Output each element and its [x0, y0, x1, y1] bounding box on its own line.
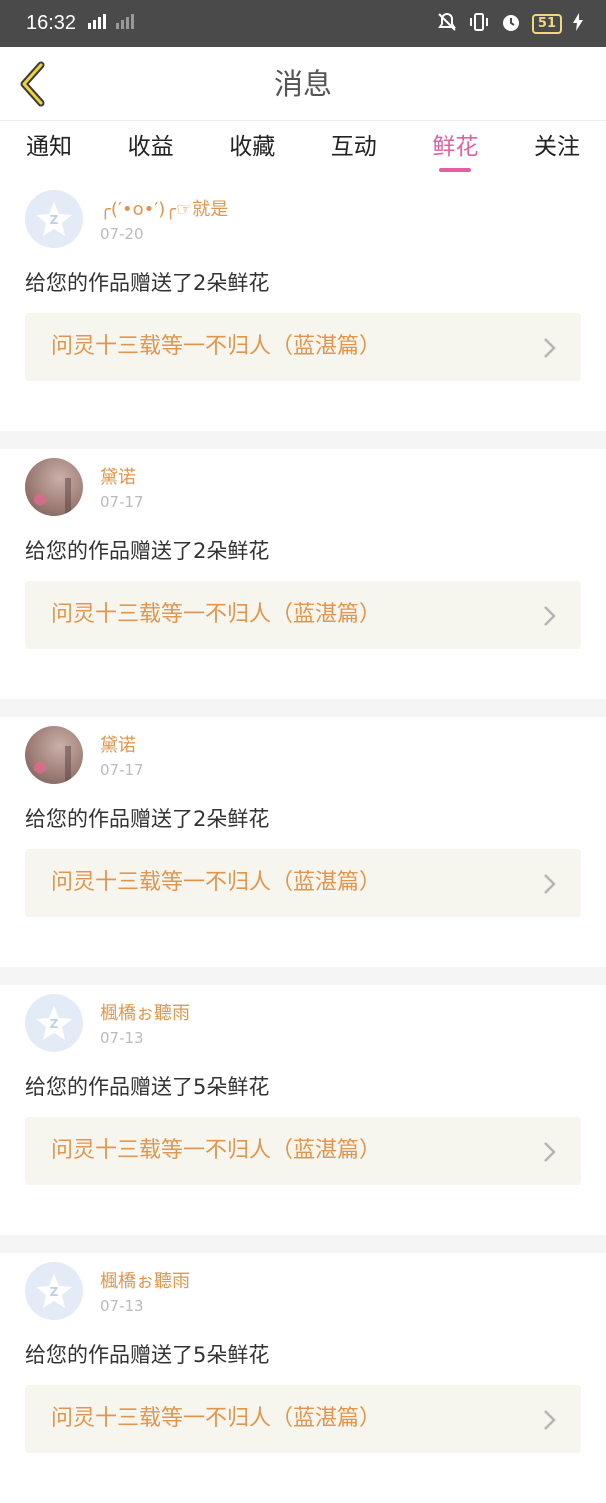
list-item: Z 楓橋ぉ聽雨 07-13 给您的作品赠送了5朵鲜花 问灵十三载等一不归人（蓝湛…	[0, 1253, 606, 1503]
avatar[interactable]	[25, 458, 83, 516]
date: 07-17	[100, 761, 144, 779]
list-item: Z ╭(′•ο•′)╭☞就是 07-20 给您的作品赠送了2朵鲜花 问灵十三载等…	[0, 181, 606, 431]
username[interactable]: 楓橋ぉ聽雨	[100, 1267, 190, 1293]
avatar[interactable]: Z	[25, 1262, 83, 1320]
message-text: 给您的作品赠送了2朵鲜花	[25, 539, 270, 563]
divider	[0, 699, 606, 717]
username[interactable]: 黛诺	[100, 463, 136, 489]
svg-text:Z: Z	[50, 1017, 59, 1031]
work-title: 问灵十三载等一不归人（蓝湛篇）	[51, 334, 382, 359]
username[interactable]: 黛诺	[100, 731, 136, 757]
avatar[interactable]: Z	[25, 190, 83, 248]
username[interactable]: ╭(′•ο•′)╭☞就是	[100, 195, 228, 221]
photo-avatar-icon	[33, 478, 71, 514]
divider	[0, 1235, 606, 1253]
list-item: Z 楓橋ぉ聽雨 07-13 给您的作品赠送了5朵鲜花 问灵十三载等一不归人（蓝湛…	[0, 985, 606, 1235]
tab-favorites[interactable]: 收藏	[227, 121, 277, 181]
tab-interaction[interactable]: 互动	[329, 121, 379, 181]
list-item: 黛诺 07-17 给您的作品赠送了2朵鲜花 问灵十三载等一不归人（蓝湛篇）	[0, 449, 606, 699]
alarm-icon	[500, 11, 522, 37]
message-text: 给您的作品赠送了2朵鲜花	[25, 807, 270, 831]
tab-bar: 通知 收益 收藏 互动 鲜花 关注	[0, 121, 606, 181]
chevron-right-icon	[544, 338, 556, 358]
tab-flowers[interactable]: 鲜花	[430, 121, 480, 181]
header: 消息	[0, 47, 606, 121]
charging-icon	[572, 12, 584, 35]
chevron-right-icon	[544, 1142, 556, 1162]
chevron-right-icon	[544, 1410, 556, 1430]
default-avatar-icon: Z	[36, 202, 72, 236]
svg-text:Z: Z	[50, 1285, 59, 1299]
tab-notice[interactable]: 通知	[24, 121, 74, 181]
svg-text:Z: Z	[50, 213, 59, 227]
message-text: 给您的作品赠送了2朵鲜花	[25, 271, 270, 295]
default-avatar-icon: Z	[36, 1274, 72, 1308]
message-text: 给您的作品赠送了5朵鲜花	[25, 1343, 270, 1367]
date: 07-20	[100, 225, 144, 243]
chevron-right-icon	[544, 606, 556, 626]
list-item: 黛诺 07-17 给您的作品赠送了2朵鲜花 问灵十三载等一不归人（蓝湛篇）	[0, 717, 606, 967]
work-title: 问灵十三载等一不归人（蓝湛篇）	[51, 870, 382, 895]
status-bar: 16:32 51	[0, 0, 606, 47]
work-title: 问灵十三载等一不归人（蓝湛篇）	[51, 1406, 382, 1431]
active-tab-indicator	[439, 168, 472, 172]
work-title: 问灵十三载等一不归人（蓝湛篇）	[51, 1138, 382, 1163]
signal-icon	[86, 13, 138, 35]
page-title: 消息	[273, 67, 332, 101]
divider	[0, 431, 606, 449]
mute-icon	[436, 11, 458, 37]
work-card[interactable]: 问灵十三载等一不归人（蓝湛篇）	[25, 1117, 581, 1185]
tab-following[interactable]: 关注	[532, 121, 582, 181]
photo-avatar-icon	[33, 746, 71, 782]
date: 07-13	[100, 1297, 144, 1315]
work-card[interactable]: 问灵十三载等一不归人（蓝湛篇）	[25, 1385, 581, 1453]
avatar[interactable]: Z	[25, 994, 83, 1052]
work-card[interactable]: 问灵十三载等一不归人（蓝湛篇）	[25, 313, 581, 381]
default-avatar-icon: Z	[36, 1006, 72, 1040]
username[interactable]: 楓橋ぉ聽雨	[100, 999, 190, 1025]
battery-level: 51	[531, 13, 562, 34]
vibrate-icon	[468, 11, 490, 37]
avatar[interactable]	[25, 726, 83, 784]
work-card[interactable]: 问灵十三载等一不归人（蓝湛篇）	[25, 849, 581, 917]
work-card[interactable]: 问灵十三载等一不归人（蓝湛篇）	[25, 581, 581, 649]
divider	[0, 967, 606, 985]
status-time: 16:32	[26, 12, 77, 34]
flower-message-list: Z ╭(′•ο•′)╭☞就是 07-20 给您的作品赠送了2朵鲜花 问灵十三载等…	[0, 181, 606, 1503]
message-text: 给您的作品赠送了5朵鲜花	[25, 1075, 270, 1099]
tab-earnings[interactable]: 收益	[126, 121, 176, 181]
chevron-right-icon	[544, 874, 556, 894]
date: 07-17	[100, 493, 144, 511]
work-title: 问灵十三载等一不归人（蓝湛篇）	[51, 602, 382, 627]
date: 07-13	[100, 1029, 144, 1047]
